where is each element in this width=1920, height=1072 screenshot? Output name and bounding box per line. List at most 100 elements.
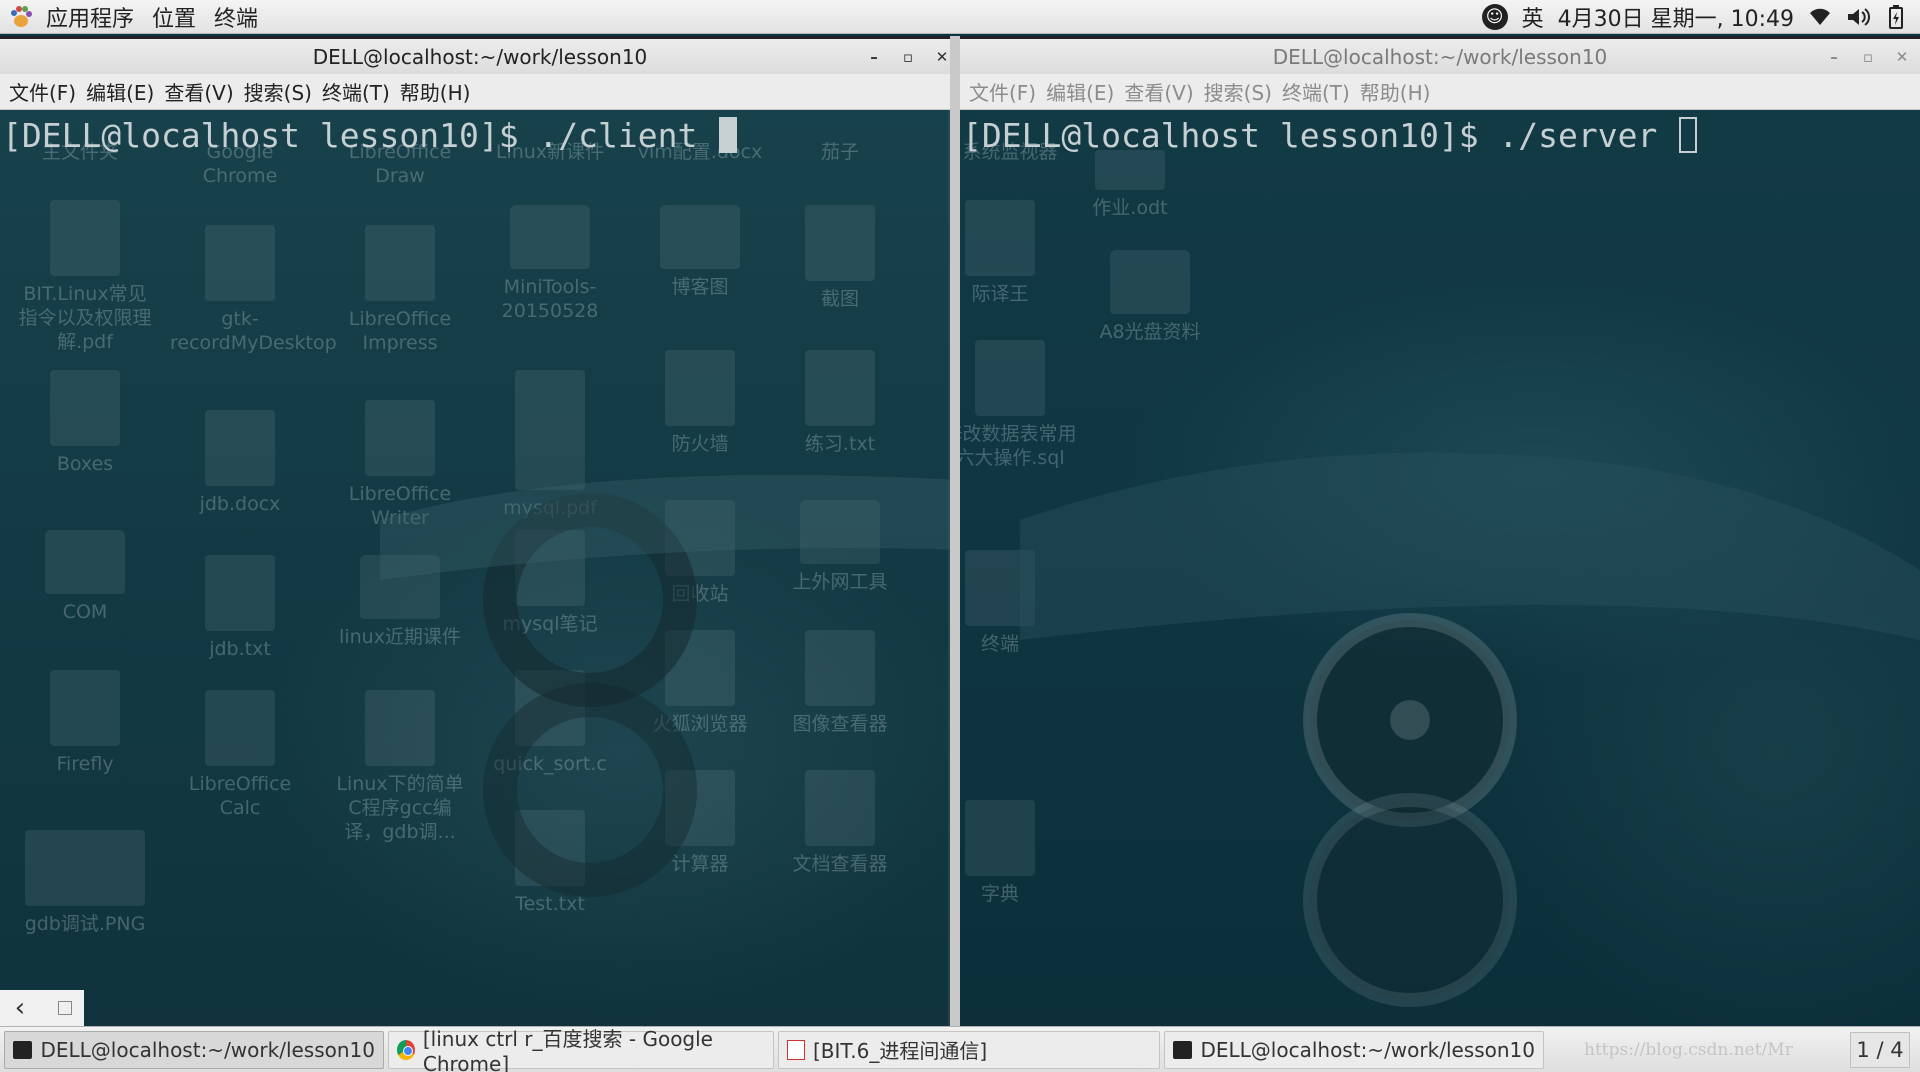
folder-icon (1110, 250, 1190, 314)
watermark: https://blog.csdn.net/Mr (1584, 1039, 1793, 1060)
window-title: DELL@localhost:~/work/lesson10 (312, 44, 648, 69)
desktop-icon: jdb.docx (170, 410, 310, 516)
firefox-icon (665, 630, 735, 706)
task-terminal-client[interactable]: DELL@localhost:~/work/lesson10 (4, 1030, 384, 1069)
menu-help[interactable]: 帮助(H) (1357, 77, 1438, 106)
dictionary-icon (965, 800, 1035, 876)
image-viewer-icon (805, 630, 875, 706)
folder-icon (45, 530, 125, 594)
task-chrome[interactable]: [linux ctrl r_百度搜索 - Google Chrome] (388, 1027, 774, 1072)
window-title: DELL@localhost:~/work/lesson10 (1272, 44, 1608, 69)
desktop-icon: 防火墙 (630, 350, 770, 456)
text-file-icon (205, 555, 275, 631)
desktop-icon: gtk-recordMyDesktop (170, 225, 337, 355)
input-method-indicator[interactable]: 英 (1522, 1, 1544, 33)
wallpaper-car (1020, 452, 1920, 1007)
menu-view[interactable]: 查看(V) (161, 77, 240, 106)
menu-search[interactable]: 搜索(S) (241, 77, 319, 106)
sql-file-icon (975, 340, 1045, 416)
terminal-icon (965, 550, 1035, 626)
menu-terminal[interactable]: 终端(T) (319, 77, 397, 106)
desktop-nav: ‹ (0, 990, 84, 1026)
desktop-icon: 修改数据表常用六大操作.sql (960, 340, 1080, 470)
document-icon (787, 1039, 805, 1060)
document-viewer-icon (805, 770, 875, 846)
accessibility-icon[interactable]: ☺ (1481, 3, 1508, 30)
battery-icon[interactable] (1884, 4, 1908, 29)
desktop-icon: 图像查看器 (770, 630, 910, 736)
menu-edit[interactable]: 编辑(E) (1043, 77, 1121, 106)
menu-edit[interactable]: 编辑(E) (83, 77, 161, 106)
terminal-icon (13, 1040, 33, 1059)
clock[interactable]: 4月30日 星期一, 10:49 (1558, 1, 1794, 33)
image-file-icon (25, 830, 145, 906)
volume-icon[interactable] (1846, 5, 1870, 29)
desktop-icon: 字典 (960, 800, 1070, 906)
doc-file-icon (205, 410, 275, 486)
firewall-icon (665, 350, 735, 426)
close-button[interactable]: ✕ (934, 48, 950, 66)
menu-search[interactable]: 搜索(S) (1201, 77, 1279, 106)
terminal-titlebar[interactable]: DELL@localhost:~/work/lesson10 – ▫ ✕ (0, 36, 960, 74)
pdf-file-icon (515, 370, 585, 490)
terminal-output-area[interactable]: 主文件夹 Google Chrome LibreOffice Draw Linu… (0, 110, 960, 1026)
desktop-icon: Linux下的简单C程序gcc编译，gdb调... (330, 690, 470, 844)
task-terminal-server[interactable]: DELL@localhost:~/work/lesson10 (1164, 1030, 1544, 1069)
gnome-foot-icon[interactable] (8, 4, 34, 30)
maximize-button[interactable]: ▫ (1860, 48, 1876, 66)
minimize-button[interactable]: – (1826, 48, 1842, 66)
menu-terminal[interactable]: 终端(T) (1279, 77, 1357, 106)
terminal-window-client[interactable]: DELL@localhost:~/work/lesson10 – ▫ ✕ 文件(… (0, 36, 960, 1026)
desktop-icon: LibreOffice Writer (330, 400, 470, 530)
desktop-icon: Test.txt (480, 810, 620, 916)
workspace-switcher[interactable]: 1 / 4 (1850, 1031, 1910, 1068)
square-icon[interactable] (58, 1001, 72, 1015)
writer-icon (365, 400, 435, 476)
desktop-icon: 文档查看器 (770, 770, 910, 876)
text-cursor (719, 117, 738, 153)
terminal-titlebar[interactable]: DELL@localhost:~/work/lesson10 – ▫ ✕ (960, 36, 1920, 74)
folder-icon (360, 555, 440, 619)
boxes-icon (50, 370, 120, 446)
impress-icon (365, 225, 435, 301)
terminal-app-menu[interactable]: 终端 (210, 1, 272, 33)
terminal-output-area[interactable]: 系统监视器 作业.odt 际译王 A8光盘资料 修改数据表常用六大操作.sql … (960, 110, 1920, 1026)
firefly-icon (50, 670, 120, 746)
applications-menu[interactable]: 应用程序 (42, 1, 148, 33)
terminal-menubar: 文件(F) 编辑(E) 查看(V) 搜索(S) 终端(T) 帮助(H) (960, 74, 1920, 110)
desktop-icon: LibreOffice Impress (330, 225, 470, 355)
desktop-icon: Firefly (15, 670, 155, 776)
task-document[interactable]: [BIT.6_进程间通信] (778, 1030, 1160, 1069)
taskbar: DELL@localhost:~/work/lesson10 [linux ct… (0, 1026, 1920, 1072)
close-button[interactable]: ✕ (1894, 48, 1910, 66)
maximize-button[interactable]: ▫ (900, 48, 916, 66)
text-cursor (1679, 117, 1698, 153)
desktop-icon: Boxes (15, 370, 155, 476)
desktop-icon: mysql笔记 (480, 530, 620, 636)
back-arrow-icon[interactable]: ‹ (0, 993, 40, 1023)
minimize-button[interactable]: – (866, 48, 882, 66)
text-file-icon (515, 670, 585, 746)
menu-file[interactable]: 文件(F) (6, 77, 83, 106)
wifi-icon[interactable] (1808, 5, 1832, 29)
terminal-prompt: [DELL@localhost lesson10]$ ./server (960, 110, 1698, 155)
desktop-icon: 上外网工具 (770, 500, 910, 594)
places-menu[interactable]: 位置 (148, 1, 210, 33)
terminal-icon (1173, 1040, 1193, 1059)
menu-view[interactable]: 查看(V) (1121, 77, 1200, 106)
desktop-icon: 火狐浏览器 (630, 630, 770, 736)
trash-icon (665, 500, 735, 576)
text-file-icon (515, 530, 585, 606)
desktop-icon: 计算器 (630, 770, 770, 876)
desktop-icon: quick_sort.c (480, 670, 620, 776)
desktop-icon: 博客图 (630, 205, 770, 299)
menu-file[interactable]: 文件(F) (966, 77, 1043, 106)
translator-icon (965, 200, 1035, 276)
desktop-icon: MiniTools-20150528 (480, 205, 620, 323)
screenshot-icon (805, 205, 875, 281)
menu-help[interactable]: 帮助(H) (397, 77, 478, 106)
desktop-icon: mysql.pdf (480, 370, 620, 520)
text-file-icon (515, 810, 585, 886)
terminal-window-server[interactable]: DELL@localhost:~/work/lesson10 – ▫ ✕ 文件(… (960, 36, 1920, 1026)
desktop-icon: jdb.txt (170, 555, 310, 661)
